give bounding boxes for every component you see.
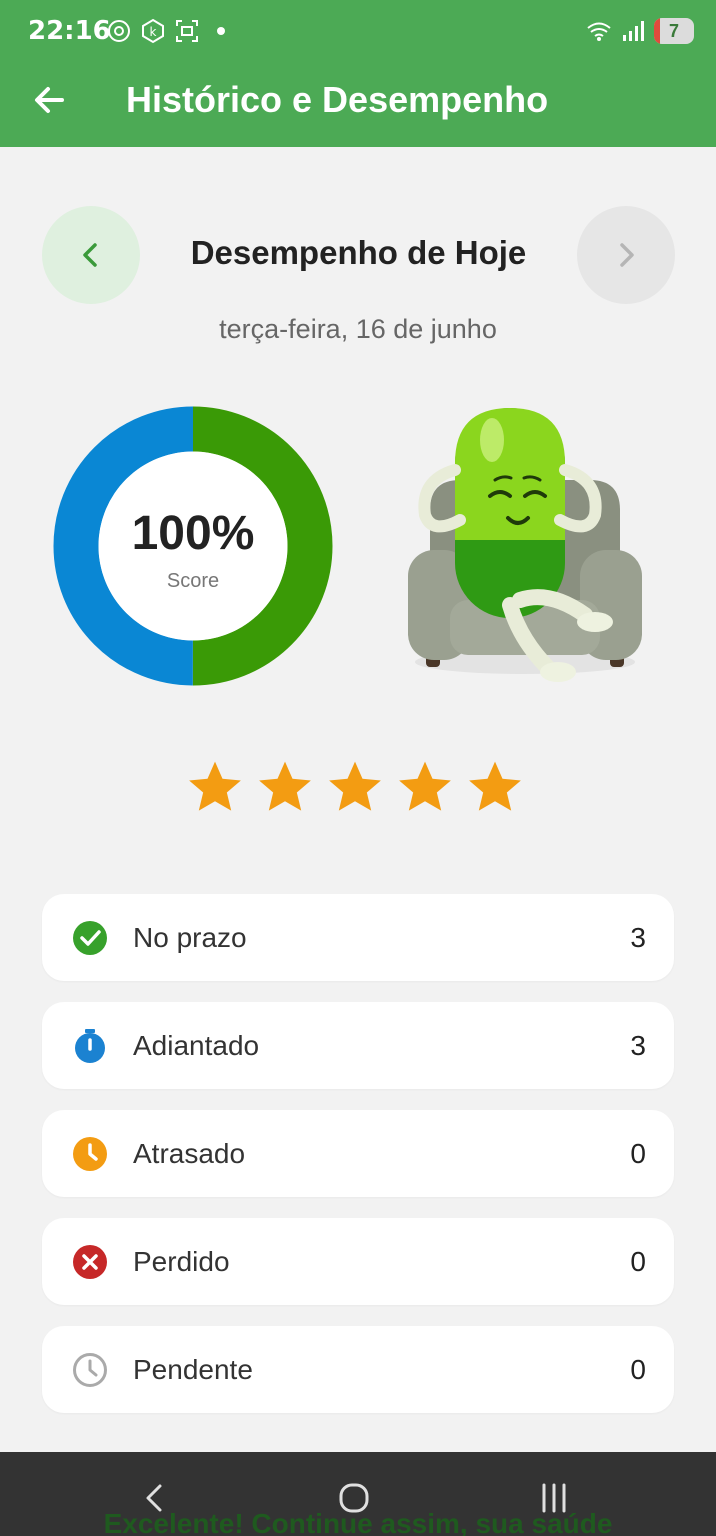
status-icons-left: k <box>106 18 234 44</box>
status-time: 22:16 <box>28 16 111 46</box>
previous-day-button[interactable] <box>42 206 140 304</box>
chevron-left-icon <box>83 243 97 267</box>
system-home-icon[interactable] <box>334 1478 374 1518</box>
stat-label: No prazo <box>133 922 247 953</box>
stat-row-early: Adiantado 3 <box>42 1002 674 1089</box>
system-navigation-bar: Excelente! Continue assim, sua saúde <box>0 1452 716 1536</box>
stat-count: 0 <box>630 1354 646 1385</box>
score-label: Score <box>166 570 220 592</box>
svg-text:k: k <box>150 25 157 39</box>
system-back-icon[interactable] <box>135 1478 175 1518</box>
clock-outline-icon <box>73 1353 107 1387</box>
day-title: Desempenho de Hoje <box>190 234 527 271</box>
stopwatch-icon <box>75 1029 105 1063</box>
screenshot-icon <box>176 20 198 42</box>
star-icon <box>469 761 521 811</box>
stat-count: 0 <box>630 1246 646 1277</box>
score-ring: 100% Score <box>53 406 333 686</box>
status-bar: 22:16 k 7 <box>0 0 716 64</box>
chevron-right-icon <box>620 243 634 267</box>
star-icon <box>259 761 311 811</box>
day-date: terça-feira, 16 de junho <box>219 314 497 344</box>
notification-dot-icon <box>217 27 225 35</box>
k-app-icon: k <box>142 18 164 44</box>
star-icon <box>189 761 241 811</box>
x-circle-icon <box>73 1245 107 1279</box>
page-title: Histórico e Desempenho <box>126 79 549 120</box>
star-icon <box>399 761 451 811</box>
app-header: Histórico e Desempenho <box>0 64 716 147</box>
stat-row-late: Atrasado 0 <box>42 1110 674 1197</box>
next-day-button[interactable] <box>577 206 675 304</box>
back-arrow-icon[interactable] <box>28 78 72 122</box>
stat-label: Atrasado <box>133 1138 246 1169</box>
clock-icon <box>73 1137 107 1171</box>
stat-row-pending: Pendente 0 <box>42 1326 674 1413</box>
pill-mascot-illustration <box>408 408 642 682</box>
stat-row-on-time: No prazo 3 <box>42 894 674 981</box>
system-recents-icon[interactable] <box>534 1478 574 1518</box>
signal-icon <box>623 21 644 41</box>
status-icons-right: 7 <box>586 18 694 44</box>
stat-row-missed: Perdido 0 <box>42 1218 674 1305</box>
star-icon <box>329 761 381 811</box>
rating-stars <box>186 758 524 816</box>
score-value: 100% <box>131 507 255 560</box>
stat-label: Pendente <box>133 1354 253 1385</box>
stat-count: 3 <box>630 922 646 953</box>
ai-app-icon <box>108 20 130 42</box>
check-circle-icon <box>73 921 107 955</box>
stat-label: Adiantado <box>133 1030 260 1061</box>
stat-count: 3 <box>630 1030 646 1061</box>
wifi-icon <box>587 22 611 41</box>
stat-label: Perdido <box>133 1246 230 1277</box>
battery-indicator: 7 <box>654 18 694 44</box>
stat-count: 0 <box>630 1138 646 1169</box>
